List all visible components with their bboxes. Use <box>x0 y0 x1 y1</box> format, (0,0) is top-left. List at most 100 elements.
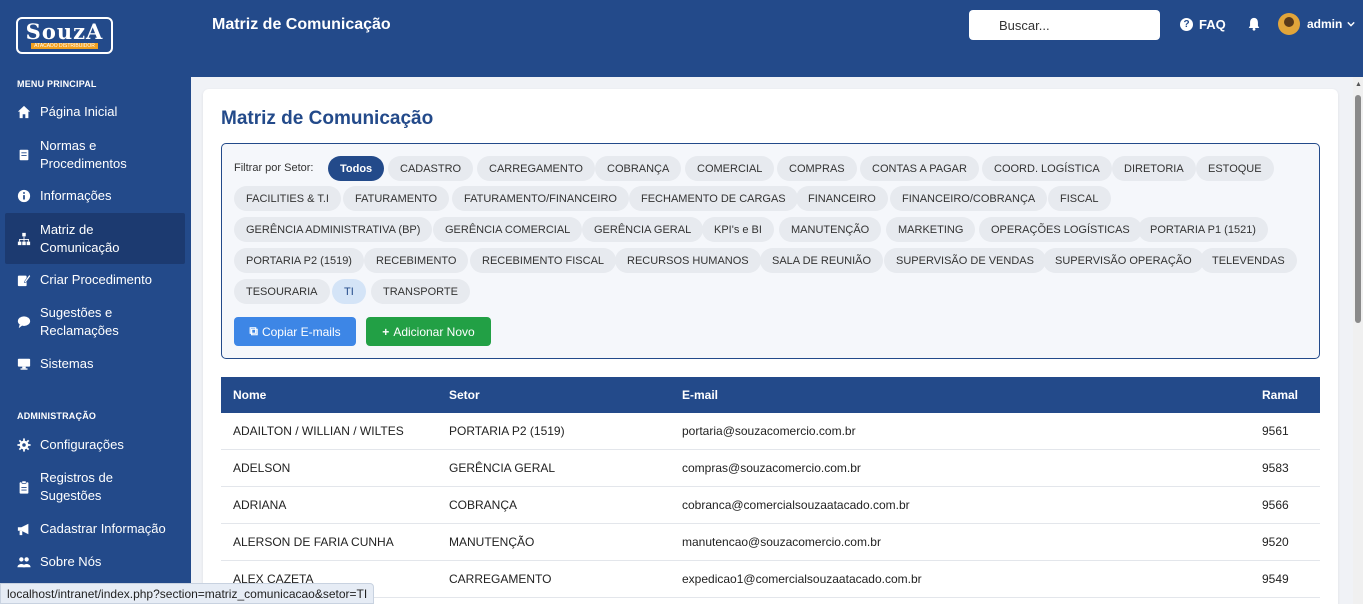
chip-facilities-ti[interactable]: FACILITIES & T.I <box>234 186 341 211</box>
cell-setor: GERÊNCIA GERAL <box>449 461 556 475</box>
faq-label: FAQ <box>1199 17 1226 32</box>
table-row[interactable]: ADELSON GERÊNCIA GERAL compras@souzacome… <box>221 450 1320 487</box>
users-icon <box>16 554 32 570</box>
user-menu[interactable]: admin <box>1278 13 1356 35</box>
bell-icon[interactable] <box>1247 17 1261 31</box>
cell-ramal: 9566 <box>1262 498 1289 512</box>
chip-manutencao[interactable]: MANUTENÇÃO <box>779 217 882 242</box>
chip-operacoes-logisticas[interactable]: OPERAÇÕES LOGÍSTICAS <box>979 217 1142 242</box>
logo-text: SouzA <box>25 19 104 44</box>
sidebar-item-sugestoes[interactable]: Sugestões e Reclamações <box>5 302 145 342</box>
main-content: Matriz de Comunicação Filtrar por Setor:… <box>191 77 1353 604</box>
chip-diretoria[interactable]: DIRETORIA <box>1112 156 1196 181</box>
chip-ti[interactable]: TI <box>332 279 366 304</box>
sidebar-item-home[interactable]: Página Inicial <box>5 100 185 124</box>
book-icon <box>16 147 32 163</box>
chip-fechamento-de-cargas[interactable]: FECHAMENTO DE CARGAS <box>629 186 798 211</box>
chip-carregamento[interactable]: CARREGAMENTO <box>477 156 595 181</box>
sidebar-item-informacoes[interactable]: Informações <box>5 184 185 208</box>
gear-icon <box>16 437 32 453</box>
table-row[interactable]: ADRIANA COBRANÇA cobranca@comercialsouza… <box>221 487 1320 524</box>
copy-emails-label: Copiar E-mails <box>261 324 341 339</box>
sidebar-item-label: Criar Procedimento <box>40 272 152 287</box>
cell-ramal: 9583 <box>1262 461 1289 475</box>
page-scrollbar[interactable]: ▲ <box>1353 77 1363 604</box>
chip-faturamento[interactable]: FATURAMENTO <box>343 186 450 211</box>
cell-email: compras@souzacomercio.com.br <box>682 461 861 475</box>
table-row[interactable]: ADAILTON / WILLIAN / WILTES PORTARIA P2 … <box>221 413 1320 450</box>
avatar <box>1278 13 1300 35</box>
sidebar-item-label: Registros de Sugestões <box>40 470 113 503</box>
filter-label: Filtrar por Setor: <box>234 162 314 174</box>
chip-tesouraria[interactable]: TESOURARIA <box>234 279 330 304</box>
chip-gerencia-geral[interactable]: GERÊNCIA GERAL <box>582 217 704 242</box>
chip-recursos-humanos[interactable]: RECURSOS HUMANOS <box>615 248 761 273</box>
chip-portaria-p1[interactable]: PORTARIA P1 (1521) <box>1138 217 1268 242</box>
scroll-up-icon[interactable]: ▲ <box>1355 81 1362 88</box>
chip-televendas[interactable]: TELEVENDAS <box>1200 248 1297 273</box>
clipboard-icon <box>16 479 32 495</box>
sidebar-item-label: Sistemas <box>40 356 94 371</box>
header-setor[interactable]: Setor <box>449 377 480 413</box>
cell-ramal: 9549 <box>1262 572 1289 586</box>
chip-portaria-p2[interactable]: PORTARIA P2 (1519) <box>234 248 364 273</box>
sidebar-item-criar-procedimento[interactable]: Criar Procedimento <box>5 268 185 292</box>
chip-faturamento-financeiro[interactable]: FATURAMENTO/FINANCEIRO <box>452 186 629 211</box>
chip-transporte[interactable]: TRANSPORTE <box>371 279 470 304</box>
chip-fiscal[interactable]: FISCAL <box>1048 186 1111 211</box>
faq-link[interactable]: ? FAQ <box>1180 17 1226 32</box>
search-input[interactable] <box>969 10 1160 40</box>
header-email[interactable]: E-mail <box>682 377 718 413</box>
chip-recebimento-fiscal[interactable]: RECEBIMENTO FISCAL <box>470 248 617 273</box>
sidebar-item-registros[interactable]: Registros de Sugestões <box>5 467 145 507</box>
sidebar-item-cadastrar-informacao[interactable]: Cadastrar Informação <box>5 517 185 541</box>
sidebar-item-label: Matriz de Comunicação <box>40 221 120 255</box>
company-logo[interactable]: SouzA ATACADO DISTRIBUIDOR <box>16 17 113 54</box>
sidebar-item-matriz[interactable]: Matriz de Comunicação <box>5 213 185 264</box>
table-row[interactable]: ALERSON DE FARIA CUNHA MANUTENÇÃO manute… <box>221 524 1320 561</box>
logo-subtext: ATACADO DISTRIBUIDOR <box>31 43 98 49</box>
user-name: admin <box>1307 17 1343 31</box>
scrollbar-thumb[interactable] <box>1355 95 1361 323</box>
chip-comercial[interactable]: COMERCIAL <box>685 156 775 181</box>
chip-cobranca[interactable]: COBRANÇA <box>595 156 682 181</box>
chip-financeiro[interactable]: FINANCEIRO <box>796 186 888 211</box>
table-header: Nome Setor E-mail Ramal <box>221 377 1320 413</box>
cell-nome: ADELSON <box>233 461 291 475</box>
chip-recebimento[interactable]: RECEBIMENTO <box>364 248 469 273</box>
header-ramal[interactable]: Ramal <box>1262 377 1298 413</box>
sidebar-item-sobre-nos[interactable]: Sobre Nós <box>5 550 185 574</box>
chip-kpis-bi[interactable]: KPI's e BI <box>702 217 774 242</box>
chip-compras[interactable]: COMPRAS <box>777 156 857 181</box>
page-header-title: Matriz de Comunicação <box>212 16 391 33</box>
copy-emails-button[interactable]: ⧉ Copiar E-mails <box>234 317 356 346</box>
chip-cadastro[interactable]: CADASTRO <box>388 156 474 181</box>
chip-gerencia-comercial[interactable]: GERÊNCIA COMERCIAL <box>433 217 583 242</box>
chip-contas-a-pagar[interactable]: CONTAS A PAGAR <box>860 156 979 181</box>
header-nome[interactable]: Nome <box>233 377 266 413</box>
chip-supervisao-de-vendas[interactable]: SUPERVISÃO DE VENDAS <box>884 248 1046 273</box>
comment-icon <box>16 314 32 330</box>
cell-email: cobranca@comercialsouzaatacado.com.br <box>682 498 910 512</box>
sidebar-item-configuracoes[interactable]: Configurações <box>5 433 185 457</box>
chip-estoque[interactable]: ESTOQUE <box>1196 156 1274 181</box>
table-row[interactable]: ALEX CAZETA CARREGAMENTO expedicao1@come… <box>221 561 1320 598</box>
chip-sala-de-reuniao[interactable]: SALA DE REUNIÃO <box>760 248 884 273</box>
cell-nome: ALERSON DE FARIA CUNHA <box>233 535 394 549</box>
cell-setor: COBRANÇA <box>449 498 518 512</box>
chip-gerencia-administrativa[interactable]: GERÊNCIA ADMINISTRATIVA (BP) <box>234 217 433 242</box>
add-new-label: Adicionar Novo <box>393 324 475 339</box>
chip-financeiro-cobranca[interactable]: FINANCEIRO/COBRANÇA <box>890 186 1048 211</box>
chip-todos[interactable]: Todos <box>328 156 385 181</box>
chip-marketing[interactable]: MARKETING <box>886 217 976 242</box>
sidebar-item-label: Página Inicial <box>40 104 118 119</box>
chip-supervisao-operacao[interactable]: SUPERVISÃO OPERAÇÃO <box>1043 248 1204 273</box>
contacts-table: Nome Setor E-mail Ramal ADAILTON / WILLI… <box>221 377 1320 598</box>
chip-coord-logistica[interactable]: COORD. LOGÍSTICA <box>982 156 1112 181</box>
sidebar-item-normas[interactable]: Normas e Procedimentos <box>5 135 155 175</box>
sidebar-item-sistemas[interactable]: Sistemas <box>5 352 185 376</box>
question-icon: ? <box>1180 18 1193 31</box>
add-new-button[interactable]: + Adicionar Novo <box>366 317 491 346</box>
filter-panel: Filtrar por Setor: Todos CADASTRO CARREG… <box>221 143 1320 359</box>
cell-email: portaria@souzacomercio.com.br <box>682 424 856 438</box>
